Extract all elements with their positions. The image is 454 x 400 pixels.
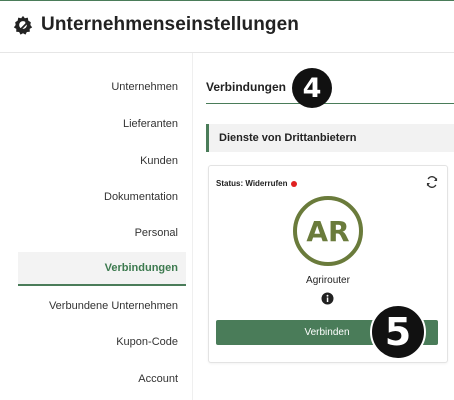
page-title: Unternehmenseinstellungen [41, 14, 299, 35]
sidebar-item-label: Unternehmen [111, 81, 178, 93]
service-status: Status: Widerrufen [216, 179, 297, 188]
step-4-badge: 4 [292, 68, 332, 108]
sidebar-item-unternehmen[interactable]: Unternehmen [18, 70, 186, 104]
sidebar-item-label: Account [138, 373, 178, 385]
sidebar-item-kupon-code[interactable]: Kupon-Code [18, 325, 186, 359]
sidebar-item-verbundene-unternehmen[interactable]: Verbundene Unternehmen [18, 289, 186, 323]
service-name: Agrirouter [306, 275, 350, 286]
panel-title: Dienste von Drittanbietern [219, 132, 357, 144]
section-title: Verbindungen [206, 80, 287, 94]
sidebar-divider [192, 53, 193, 400]
step-5-badge: 5 [370, 304, 426, 360]
refresh-icon[interactable] [425, 175, 439, 189]
top-accent-line [0, 0, 454, 1]
sidebar-item-dokumentation[interactable]: Dokumentation [18, 180, 186, 214]
gear-wrench-icon [12, 14, 34, 36]
page-header: Unternehmenseinstellungen [12, 10, 299, 40]
third-party-services-panel: Dienste von Drittanbietern [206, 124, 454, 152]
status-label: Status: Widerrufen [216, 179, 288, 188]
section-divider [206, 103, 454, 104]
sidebar-item-label: Kunden [140, 155, 178, 167]
sidebar-item-label: Lieferanten [122, 118, 178, 130]
sidebar-item-label: Personal [134, 227, 178, 239]
sidebar-item-lieferanten[interactable]: Lieferanten [18, 107, 186, 141]
logo-text: AR [306, 215, 349, 248]
sidebar-item-label: Kupon-Code [116, 336, 178, 348]
agrirouter-logo: AR [291, 194, 365, 268]
sidebar-item-verbindungen[interactable]: Verbindungen [18, 252, 186, 286]
sidebar-item-label: Verbindungen [104, 262, 178, 274]
sidebar-item-account[interactable]: Account [18, 362, 186, 396]
status-dot-icon [290, 180, 297, 187]
info-icon[interactable] [321, 292, 334, 305]
sidebar-item-label: Dokumentation [104, 191, 178, 203]
sidebar-item-kunden[interactable]: Kunden [18, 144, 186, 178]
sidebar-item-label: Verbundene Unternehmen [48, 300, 178, 312]
header-divider [0, 52, 454, 53]
sidebar-item-personal[interactable]: Personal [18, 216, 186, 250]
